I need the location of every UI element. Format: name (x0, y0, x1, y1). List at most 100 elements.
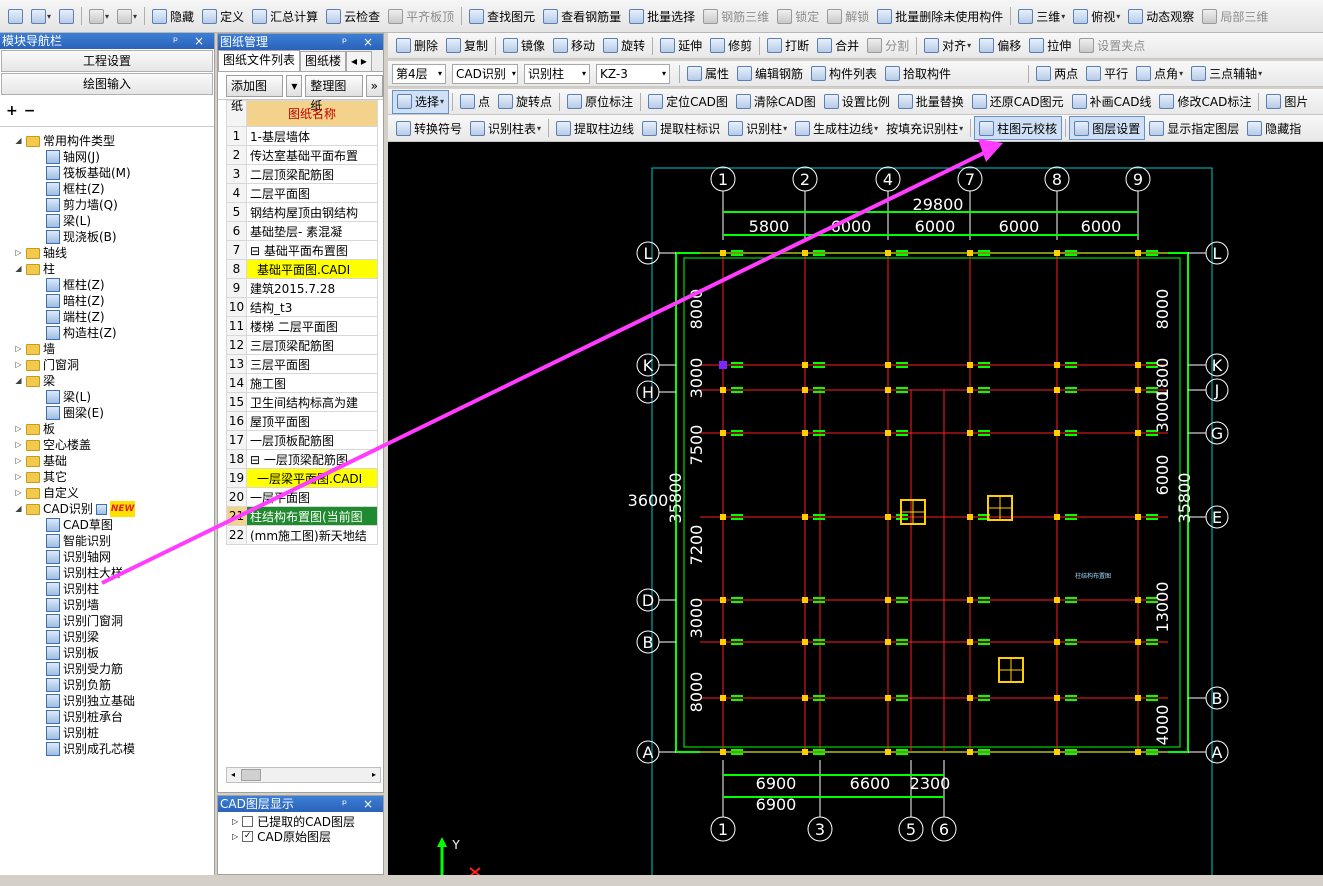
tree-folder[interactable]: ▷ 墙 (14, 341, 55, 357)
drawing-name-cell[interactable]: 三层顶梁配筋图 (246, 335, 378, 355)
move-button[interactable]: 移动 (549, 34, 599, 58)
drawing-row[interactable]: 18 ⊟ 一层顶梁配筋图 (226, 449, 378, 469)
drawing-row[interactable]: 2 传达室基础平面布置 (226, 145, 378, 165)
mirror-button[interactable]: 镜像 (499, 34, 549, 58)
tree-folder[interactable]: ▷ 空心楼盖 (14, 437, 91, 453)
point-button[interactable]: 点 (456, 90, 494, 114)
expand-toggle-icon[interactable]: ▷ (14, 485, 23, 501)
tree-item[interactable]: 识别墙 (46, 597, 99, 613)
tree-folder[interactable]: ▷ 板 (14, 421, 55, 437)
drawing-name-cell[interactable]: (mm施工图)新天地结 (246, 525, 378, 545)
drawing-row[interactable]: 9 建筑2015.7.28 (226, 278, 378, 298)
drawing-row[interactable]: 17 一层顶板配筋图 (226, 430, 378, 450)
add-drawing-button[interactable]: 添加图纸 (226, 74, 284, 113)
dropdown-arrow-icon[interactable]: ▾ (1258, 69, 1262, 78)
tree-folder[interactable]: ◢ CAD识别 NEW (14, 501, 136, 517)
panel-pin-close-controls[interactable]: ᵖ × (173, 33, 210, 49)
tree-item[interactable]: 框柱(Z) (46, 181, 105, 197)
toolbar-eye-button[interactable]: 隐藏 (148, 4, 198, 28)
clear-cad-button[interactable]: 清除CAD图 (732, 90, 820, 114)
toolbar-new-file-button[interactable] (4, 4, 27, 28)
tab-drawing-input[interactable]: 绘图输入 (1, 73, 213, 95)
toolbar-redo-button[interactable]: ▾ (113, 4, 141, 28)
expand-toggle-icon[interactable]: ▷ (14, 437, 23, 453)
expand-all-button[interactable]: + (6, 103, 18, 119)
mode-select[interactable]: CAD识别 ▾ (452, 63, 518, 84)
tree-folder[interactable]: ▷ 基础 (14, 453, 67, 469)
dropdown-arrow-icon[interactable]: ▾ (959, 124, 963, 133)
expand-toggle-icon[interactable]: ▷ (14, 341, 23, 357)
component-list-button[interactable]: 构件列表 (807, 62, 881, 86)
drawing-name-cell[interactable]: 传达室基础平面布置 (246, 145, 378, 165)
tree-item[interactable]: 识别负筋 (46, 677, 111, 693)
toolbar-batch-delete-button[interactable]: 批量删除未使用构件 (873, 4, 1007, 28)
toolbar-sigma-button[interactable]: 汇总计算 (248, 4, 322, 28)
drawing-row[interactable]: 22 (mm施工图)新天地结 (226, 525, 378, 545)
drawing-name-cell[interactable]: ⊟ 基础平面布置图 (246, 240, 378, 260)
drawing-name-cell[interactable]: 1-基层墙体 (246, 126, 378, 146)
organize-drawing-button[interactable]: 整理图纸 (305, 74, 363, 113)
drawing-row[interactable]: 13 三层平面图 (226, 354, 378, 374)
tree-folder[interactable]: ▷ 门窗洞 (14, 357, 79, 373)
expand-toggle-icon[interactable]: ◢ (14, 261, 23, 277)
toolbar-open-folder-button[interactable]: ▾ (27, 4, 55, 28)
floor-select[interactable]: 第4层 ▾ (392, 63, 446, 84)
tree-item[interactable]: 梁(L) (46, 389, 91, 405)
drawing-row[interactable]: 1 1-基层墙体 (226, 126, 378, 146)
drawing-row[interactable]: 4 二层平面图 (226, 183, 378, 203)
layer-item[interactable]: ▷ 已提取的CAD图层 (232, 814, 383, 829)
tree-item[interactable]: 识别柱大样 (46, 565, 123, 581)
layer-settings-button[interactable]: 图层设置 (1069, 116, 1146, 140)
tree-folder[interactable]: ▷ 轴线 (14, 245, 67, 261)
dropdown-arrow-icon[interactable]: ▾ (1116, 12, 1120, 21)
delete-button[interactable]: 删除 (392, 34, 442, 58)
rotate-point-button[interactable]: 旋转点 (494, 90, 556, 114)
drawing-row[interactable]: 15 卫生间结构标高为建 (226, 392, 378, 412)
tree-folder[interactable]: ▷ 自定义 (14, 485, 79, 501)
two-point-button[interactable]: 两点 (1032, 62, 1082, 86)
split-button[interactable]: 分割 (863, 34, 913, 58)
tree-item[interactable]: 识别轴网 (46, 549, 111, 565)
toolbar-rebar-3d-button[interactable]: 钢筋三维 (699, 4, 773, 28)
trim-button[interactable]: 修剪 (706, 34, 756, 58)
drawing-name-cell[interactable]: 钢结构屋顶由钢结构 (246, 202, 378, 222)
convert-symbol-button[interactable]: 转换符号 (392, 116, 466, 140)
tree-item[interactable]: 识别独立基础 (46, 693, 135, 709)
drawing-row[interactable]: 12 三层顶梁配筋图 (226, 335, 378, 355)
align-button[interactable]: 对齐 ▾ (920, 34, 975, 58)
toolbar-undo-button[interactable]: ▾ (85, 4, 113, 28)
tab-project-settings[interactable]: 工程设置 (1, 50, 213, 72)
cad-drawing-canvas[interactable]: 1 2 4 7 8 9 29800 5800 6000 6000 6000 6000 1 3 5 6 6900 6… (388, 142, 1323, 875)
tree-item[interactable]: 暗柱(Z) (46, 293, 105, 309)
expand-toggle-icon[interactable]: ◢ (14, 501, 23, 517)
drawing-name-cell[interactable]: 建筑2015.7.28 (246, 278, 378, 298)
toolbar-lock-button[interactable]: 锁定 (773, 4, 823, 28)
scroll-thumb[interactable] (241, 769, 261, 781)
drawing-name-cell[interactable]: 结构_t3 (246, 297, 378, 317)
tree-item[interactable]: 构造柱(Z) (46, 325, 117, 341)
tree-item[interactable]: 剪力墙(Q) (46, 197, 118, 213)
dropdown-arrow-icon[interactable]: ▾ (783, 124, 787, 133)
drawing-row[interactable]: 20 一层平面图 (226, 487, 378, 507)
tree-item[interactable]: 轴网(J) (46, 149, 100, 165)
tree-folder[interactable]: ◢ 常用构件类型 (14, 133, 115, 149)
drawing-name-cell[interactable]: 一层梁平面图.CADI (246, 468, 378, 488)
drawing-row[interactable]: 19 一层梁平面图.CADI (226, 468, 378, 488)
tree-item[interactable]: 现浇板(B) (46, 229, 117, 245)
dropdown-arrow-icon[interactable]: ▾ (1061, 12, 1065, 21)
toolbar-cube-3d-button[interactable]: 三维 ▾ (1014, 4, 1069, 28)
toolbar-define-button[interactable]: 定义 (198, 4, 248, 28)
drawing-row[interactable]: 10 结构_t3 (226, 297, 378, 317)
horizontal-scrollbar[interactable]: ◂ ▸ (226, 767, 381, 783)
drawing-name-cell[interactable]: 卫生间结构标高为建 (246, 392, 378, 412)
drawing-row[interactable]: 21 柱结构布置图(当前图 (226, 506, 378, 526)
in-place-annotation-button[interactable]: 原位标注 (563, 90, 637, 114)
drawing-name-cell[interactable]: ⊟ 一层顶梁配筋图 (246, 449, 378, 469)
copy-button[interactable]: 复制 (442, 34, 492, 58)
drawing-name-cell[interactable]: 一层平面图 (246, 487, 378, 507)
collapse-group-icon[interactable]: ⊟ (250, 244, 264, 258)
tab-drawing-floor[interactable]: 图纸楼 (300, 51, 347, 71)
tab-scroll-arrows[interactable]: ◂ ▸ (346, 51, 372, 71)
stretch-button[interactable]: 拉伸 (1025, 34, 1075, 58)
drawing-name-cell[interactable]: 屋顶平面图 (246, 411, 378, 431)
